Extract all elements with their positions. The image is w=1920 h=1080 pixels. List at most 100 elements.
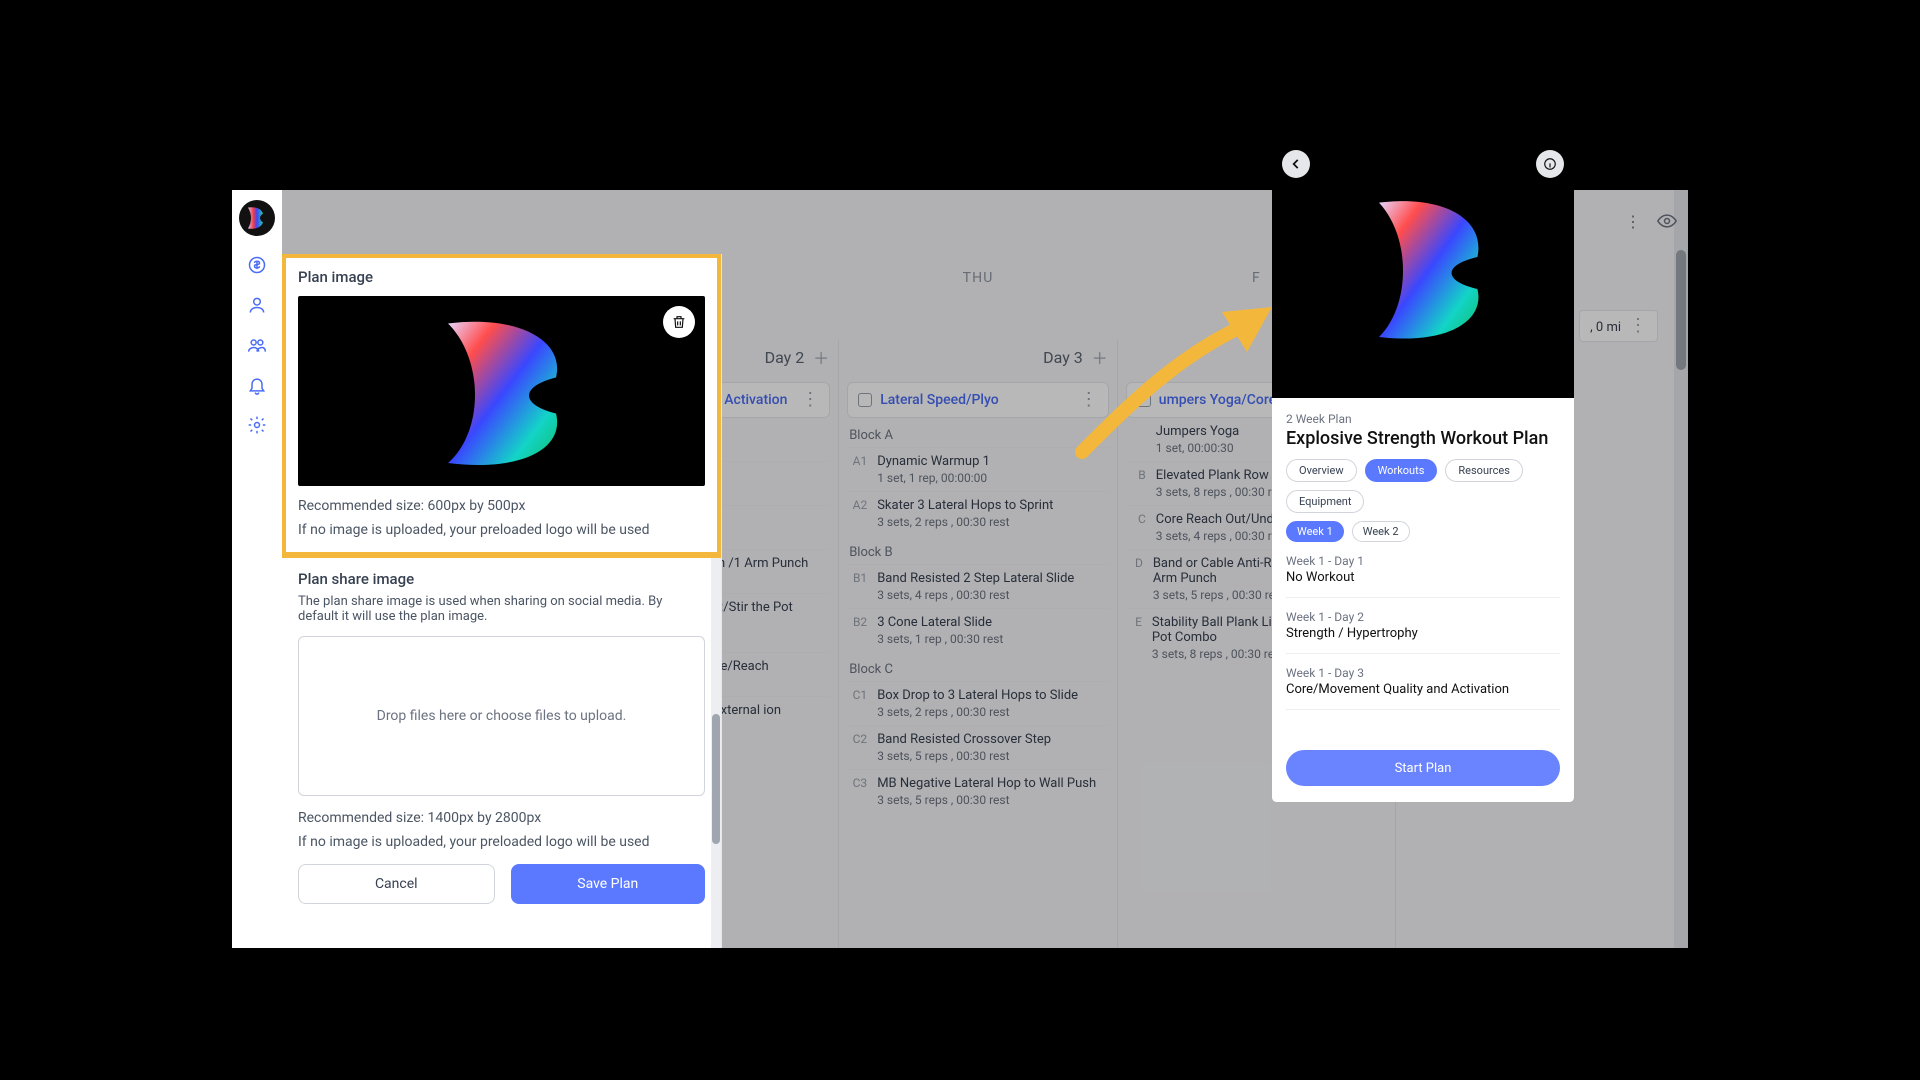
app-logo[interactable] (239, 200, 275, 236)
recommended-size-text: Recommended size: 600px by 500px (298, 498, 705, 514)
exercise-row[interactable]: C1 Box Drop to 3 Lateral Hops to Slide 3 s… (847, 681, 1109, 725)
plan-settings-panel: Plan image Recommended size: 600px by 50… (282, 254, 722, 948)
exercise-code: C (1126, 512, 1146, 526)
plan-share-image-section: Plan share image The plan share image is… (282, 556, 721, 918)
exercise-code: B2 (847, 615, 867, 629)
day-header-thu: THU (839, 270, 1117, 298)
day-column-3: Day 3 ＋ Lateral Speed/Plyo⋮ Block A A1 Dyna… (838, 340, 1117, 948)
kebab-icon[interactable]: ⋮ (1080, 391, 1098, 409)
share-fallback-text: If no image is uploaded, your preloaded … (298, 834, 705, 850)
kebab-icon[interactable]: ⋮ (801, 391, 819, 409)
exercise-row[interactable]: A1 Dynamic Warmup 1 1 set, 1 rep, 00:00:00 (847, 447, 1109, 491)
gear-icon[interactable] (246, 414, 268, 436)
exercise-details: 3 sets, 1 rep , 00:30 rest (877, 632, 1003, 646)
exercise-code: C1 (847, 688, 867, 702)
scroll-thumb[interactable] (1676, 250, 1686, 370)
exercise-details: 3 sets, 4 reps , 00:30 rest (1156, 529, 1288, 543)
tab-equipment[interactable]: Equipment (1286, 490, 1364, 513)
exercise-details: 3 sets, 8 reps , 00:30 rest (1156, 485, 1288, 499)
add-day-2[interactable]: ＋ (812, 348, 830, 366)
checkbox-icon[interactable] (858, 393, 872, 407)
share-heading: Plan share image (298, 570, 705, 588)
exercise-code: B (1126, 468, 1146, 482)
category-tabs: Overview Workouts Resources Equipment (1286, 459, 1560, 513)
exercise-row[interactable]: A2Skater 3 Lateral Hops to Sprint3 sets,… (847, 491, 1109, 535)
exercise-name: Jumpers Yoga (1156, 424, 1239, 439)
exercise-name: Box Drop to 3 Lateral Hops to Slide (877, 688, 1078, 703)
panel-scroll-thumb[interactable] (712, 714, 720, 844)
phone-hero (1272, 140, 1574, 398)
window-scrollbar[interactable] (1674, 190, 1688, 948)
plan-title: Explosive Strength Workout Plan (1286, 428, 1560, 449)
share-image-dropzone[interactable]: Drop files here or choose files to uploa… (298, 636, 705, 796)
exercise-name: Band Resisted 2 Step Lateral Slide (877, 571, 1074, 586)
save-plan-button[interactable]: Save Plan (511, 864, 706, 904)
plan-subtitle: 2 Week Plan (1286, 412, 1560, 426)
exercise-row[interactable]: C2 Band Resisted Crossover Step 3 sets, 5 … (847, 725, 1109, 769)
bell-icon[interactable] (246, 374, 268, 396)
exercise-details: 1 set, 1 rep, 00:00:00 (877, 471, 990, 485)
exercise-details: 1 set, 00:00:30 (1156, 441, 1239, 455)
exercise-name: Dynamic Warmup 1 (877, 454, 990, 469)
start-plan-button[interactable]: Start Plan (1286, 750, 1560, 786)
plan-day-item[interactable]: Week 1 - Day 1No Workout (1286, 542, 1560, 598)
exercise-code: A2 (847, 498, 867, 512)
plan-day-item[interactable]: Week 1 - Day 3 Core/Movement Quality and … (1286, 654, 1560, 710)
exercise-details: 3 sets, 5 reps , 00:30 rest (877, 793, 1096, 807)
exercise-name: Core Reach Out/Under (1156, 512, 1288, 527)
exercise-details: 3 sets, 5 reps , 00:30 rest (877, 749, 1051, 763)
exercise-code: B1 (847, 571, 867, 585)
tab-workouts[interactable]: Workouts (1365, 459, 1438, 482)
exercise-name: Elevated Plank Row (1156, 468, 1288, 483)
week-tabs: Week 1 Week 2 (1286, 521, 1560, 542)
checkbox-icon[interactable] (1137, 393, 1151, 407)
exercise-details: 3 sets, 4 reps , 00:30 rest (877, 588, 1074, 602)
day-label: Day 2 (765, 348, 805, 367)
plan-day-item[interactable]: Week 1 - Day 2Strength / Hypertrophy (1286, 598, 1560, 654)
day-title: Core/Movement Quality and Activation (1286, 682, 1560, 697)
tab-overview[interactable]: Overview (1286, 459, 1357, 482)
week-tab-2[interactable]: Week 2 (1352, 521, 1410, 542)
block-label: Block C (849, 662, 1109, 677)
phone-body: 2 Week Plan Explosive Strength Workout P… (1272, 398, 1574, 802)
user-icon[interactable] (246, 294, 268, 316)
exercise-code: A1 (847, 454, 867, 468)
tab-resources[interactable]: Resources (1445, 459, 1523, 482)
eye-icon[interactable] (1656, 210, 1678, 232)
delete-image-button[interactable] (663, 306, 695, 338)
exercise-code: C2 (847, 732, 867, 746)
exercise-name: MB Negative Lateral Hop to Wall Push (877, 776, 1096, 791)
left-sidebar (232, 190, 282, 948)
exercise-row[interactable]: B2 3 Cone Lateral Slide 3 sets, 1 rep , 00… (847, 608, 1109, 652)
exercise-code: C3 (847, 776, 867, 790)
exercise-name: Band Resisted Crossover Step (877, 732, 1051, 747)
plan-image-thumbnail[interactable] (298, 296, 705, 486)
share-recommended-size: Recommended size: 1400px by 2800px (298, 810, 705, 826)
cancel-button[interactable]: Cancel (298, 864, 495, 904)
exercise-row[interactable]: C3 MB Negative Lateral Hop to Wall Push 3 … (847, 769, 1109, 813)
distance-meta: , 0 mi ⋮ (1579, 310, 1658, 342)
day-label: Week 1 - Day 1 (1286, 554, 1560, 568)
exercise-name: 3 Cone Lateral Slide (877, 615, 1003, 630)
week-tab-1[interactable]: Week 1 (1286, 521, 1344, 542)
workout-card[interactable]: Lateral Speed/Plyo⋮ (847, 382, 1109, 418)
add-day-3[interactable]: ＋ (1091, 348, 1109, 366)
dollar-icon[interactable] (246, 254, 268, 276)
fallback-text: If no image is uploaded, your preloaded … (298, 522, 705, 538)
plan-image-section-highlight: Plan image Recommended size: 600px by 50… (282, 254, 722, 558)
exercise-row[interactable]: B1 Band Resisted 2 Step Lateral Slide 3 se… (847, 564, 1109, 608)
plan-image-heading: Plan image (298, 268, 705, 286)
exercise-name: Skater 3 Lateral Hops to Sprint (877, 498, 1053, 513)
top-toolbar: ⋮ (1622, 210, 1678, 232)
day-label: Week 1 - Day 3 (1286, 666, 1560, 680)
exercise-code: E (1126, 615, 1142, 629)
kebab-icon[interactable]: ⋮ (1622, 210, 1644, 232)
info-button[interactable] (1536, 150, 1564, 178)
day-label: Week 1 - Day 2 (1286, 610, 1560, 624)
block-label: Block A (849, 428, 1109, 443)
day-label: Day 3 (1043, 348, 1083, 367)
exercise-code: D (1126, 556, 1143, 570)
back-button[interactable] (1282, 150, 1310, 178)
team-icon[interactable] (246, 334, 268, 356)
exercise-details: 3 sets, 2 reps , 00:30 rest (877, 705, 1078, 719)
